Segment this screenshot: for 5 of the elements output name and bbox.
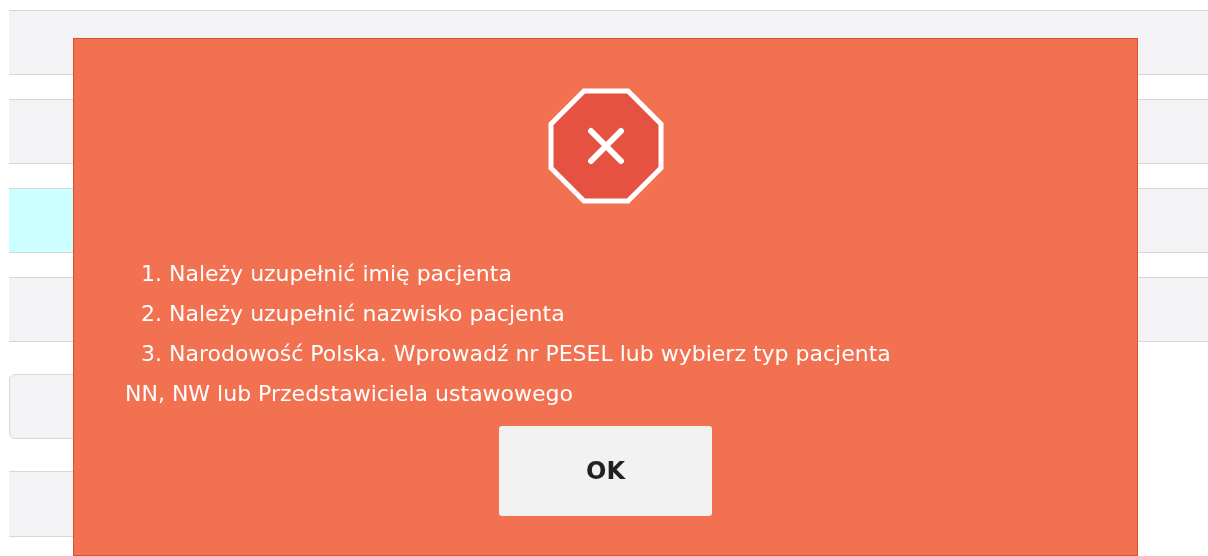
- error-message: 3. Narodowość Polska. Wprowadź nr PESEL lub wybierz typ pacjenta NN, NW lub Przedstawiciela ustawowego: [125, 340, 892, 408]
- error-message: 2. Należy uzupełnić nazwisko pacjenta: [140, 300, 566, 328]
- error-octagon-icon: [547, 88, 664, 204]
- ok-button[interactable]: OK: [499, 426, 712, 516]
- error-message: 1. Należy uzupełnić imię pacjenta: [140, 260, 513, 288]
